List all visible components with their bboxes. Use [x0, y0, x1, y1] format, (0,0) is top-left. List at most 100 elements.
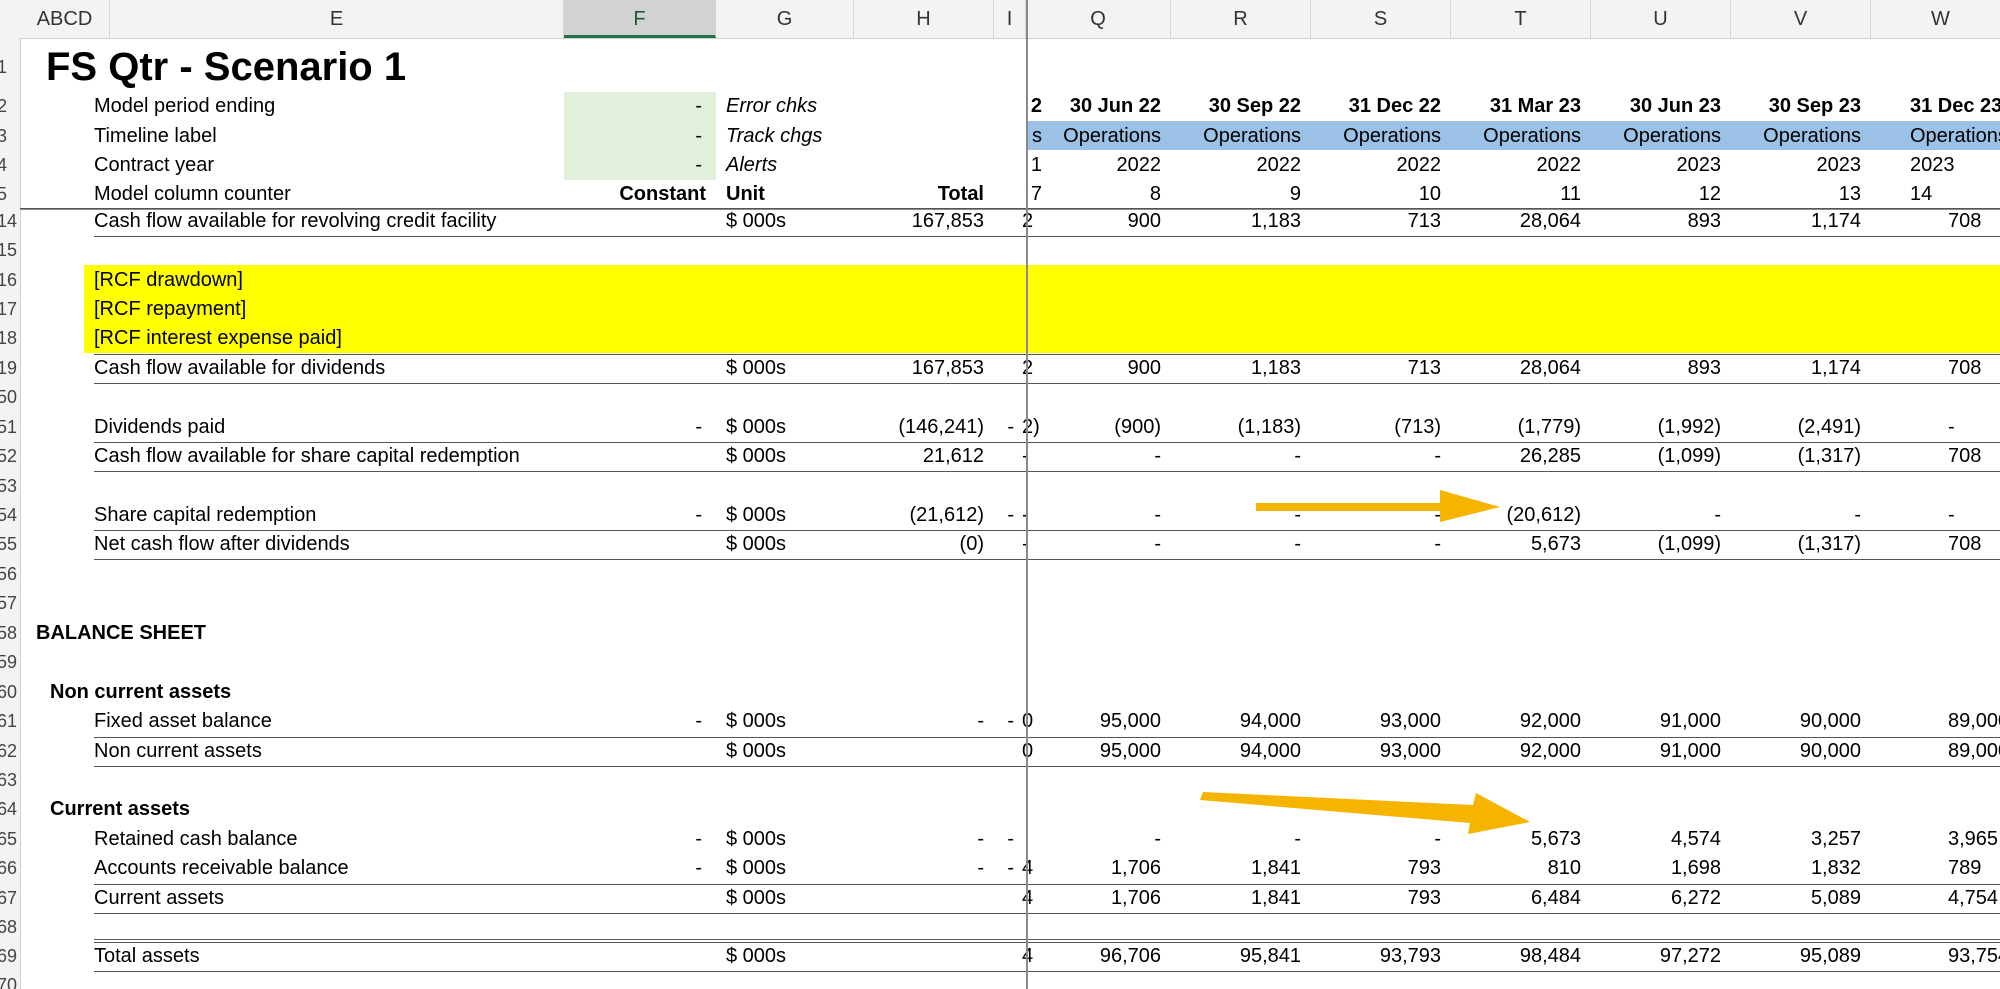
row-value[interactable]: 810	[1441, 854, 1581, 883]
row-value[interactable]	[1721, 266, 1861, 295]
input-value[interactable]: -	[564, 122, 702, 151]
row-value[interactable]: -	[1021, 501, 1161, 530]
row-header-64[interactable]: 64	[0, 795, 19, 824]
row-value[interactable]: (1,779)	[1441, 413, 1581, 442]
row-value[interactable]: (1,183)	[1161, 413, 1301, 442]
row-value[interactable]: (1,992)	[1581, 413, 1721, 442]
row-value[interactable]	[1021, 295, 1161, 324]
row-value[interactable]	[1441, 266, 1581, 295]
row-header-52[interactable]: 52	[0, 442, 19, 471]
row-value[interactable]: 793	[1301, 854, 1441, 883]
row-value[interactable]: 5,089	[1721, 884, 1861, 913]
row-value[interactable]: 3,965	[1948, 825, 2000, 854]
row-value[interactable]: 893	[1581, 354, 1721, 383]
column-header-h[interactable]: H	[854, 0, 994, 38]
row-value[interactable]: -	[1301, 442, 1441, 471]
row-header-54[interactable]: 54	[0, 501, 19, 530]
row-value[interactable]	[1581, 324, 1721, 353]
row-value[interactable]: 713	[1301, 207, 1441, 236]
row-value[interactable]	[1301, 266, 1441, 295]
row-value[interactable]: 6,272	[1581, 884, 1721, 913]
row-value[interactable]: 713	[1301, 354, 1441, 383]
row-header-53[interactable]: 53	[0, 472, 19, 501]
row-value[interactable]	[1161, 324, 1301, 353]
row-value[interactable]	[1441, 324, 1581, 353]
row-value[interactable]: -	[1021, 530, 1161, 559]
row-value[interactable]: (1,317)	[1721, 442, 1861, 471]
row-value[interactable]: 3,257	[1721, 825, 1861, 854]
row-value[interactable]	[1301, 324, 1441, 353]
row-value[interactable]: 893	[1581, 207, 1721, 236]
row-value[interactable]: 789	[1948, 854, 2000, 883]
row-value[interactable]: 6,484	[1441, 884, 1581, 913]
row-header-70[interactable]: 70	[0, 971, 19, 989]
row-header-15[interactable]: 15	[0, 236, 19, 265]
row-value[interactable]: 91,000	[1581, 737, 1721, 766]
row-value[interactable]	[1021, 324, 1161, 353]
row-value[interactable]: 89,000	[1948, 707, 2000, 736]
row-value[interactable]: 1,174	[1721, 354, 1861, 383]
row-value[interactable]: 708	[1948, 442, 2000, 471]
row-value[interactable]: (1,317)	[1721, 530, 1861, 559]
row-value[interactable]	[1441, 295, 1581, 324]
row-header-51[interactable]: 51	[0, 413, 19, 442]
row-value[interactable]: 4,574	[1581, 825, 1721, 854]
row-value[interactable]: 900	[1021, 207, 1161, 236]
row-value[interactable]: 95,000	[1021, 707, 1161, 736]
row-value[interactable]: 708	[1948, 207, 2000, 236]
row-value[interactable]: 98,484	[1441, 942, 1581, 971]
row-value[interactable]	[1161, 295, 1301, 324]
row-value[interactable]: 90,000	[1721, 737, 1861, 766]
row-header-68[interactable]: 68	[0, 913, 19, 942]
row-value[interactable]: 92,000	[1441, 707, 1581, 736]
column-header-t[interactable]: T	[1451, 0, 1591, 38]
row-header-1[interactable]: 1	[0, 53, 19, 82]
row-value[interactable]: -	[1581, 501, 1721, 530]
row-value[interactable]: 1,174	[1721, 207, 1861, 236]
row-value[interactable]: 91,000	[1581, 707, 1721, 736]
row-value[interactable]: -	[1301, 825, 1441, 854]
row-value[interactable]: 1,183	[1161, 207, 1301, 236]
row-header-59[interactable]: 59	[0, 648, 19, 677]
row-value[interactable]	[1721, 295, 1861, 324]
row-header-67[interactable]: 67	[0, 884, 19, 913]
row-header-55[interactable]: 55	[0, 530, 19, 559]
row-value[interactable]	[1301, 295, 1441, 324]
row-value[interactable]: -	[1301, 530, 1441, 559]
row-value[interactable]	[1161, 266, 1301, 295]
row-value[interactable]: 93,000	[1301, 707, 1441, 736]
row-value[interactable]	[1948, 295, 2000, 324]
row-value[interactable]: 28,064	[1441, 354, 1581, 383]
row-header-16[interactable]: 16	[0, 266, 19, 295]
row-value[interactable]	[1948, 324, 2000, 353]
row-header-61[interactable]: 61	[0, 707, 19, 736]
column-header-abcd[interactable]: ABCD	[20, 0, 110, 38]
row-header-65[interactable]: 65	[0, 825, 19, 854]
row-value[interactable]: 1,832	[1721, 854, 1861, 883]
row-value[interactable]: 26,285	[1441, 442, 1581, 471]
row-header-56[interactable]: 56	[0, 560, 19, 589]
row-value[interactable]: 93,754	[1948, 942, 2000, 971]
row-value[interactable]: -	[1721, 501, 1861, 530]
column-header-q[interactable]: Q	[1026, 0, 1171, 38]
row-value[interactable]: -	[1161, 825, 1301, 854]
row-value[interactable]: 1,706	[1021, 884, 1161, 913]
row-value[interactable]: -	[1161, 442, 1301, 471]
row-header-4[interactable]: 4	[0, 151, 19, 180]
row-value[interactable]: -	[1948, 501, 2000, 530]
row-value[interactable]: -	[1021, 442, 1161, 471]
row-header-2[interactable]: 2	[0, 92, 19, 121]
row-value[interactable]: 92,000	[1441, 737, 1581, 766]
row-header-5[interactable]: 5	[0, 180, 19, 209]
row-value[interactable]: -	[1161, 501, 1301, 530]
input-value[interactable]: -	[564, 151, 702, 180]
row-value[interactable]	[1948, 266, 2000, 295]
row-value[interactable]: 900	[1021, 354, 1161, 383]
row-value[interactable]: 94,000	[1161, 737, 1301, 766]
row-header-60[interactable]: 60	[0, 678, 19, 707]
row-header-58[interactable]: 58	[0, 619, 19, 648]
row-value[interactable]: -	[1948, 413, 2000, 442]
row-value[interactable]: 708	[1948, 354, 2000, 383]
row-value[interactable]: (2,491)	[1721, 413, 1861, 442]
row-value[interactable]: 95,089	[1721, 942, 1861, 971]
